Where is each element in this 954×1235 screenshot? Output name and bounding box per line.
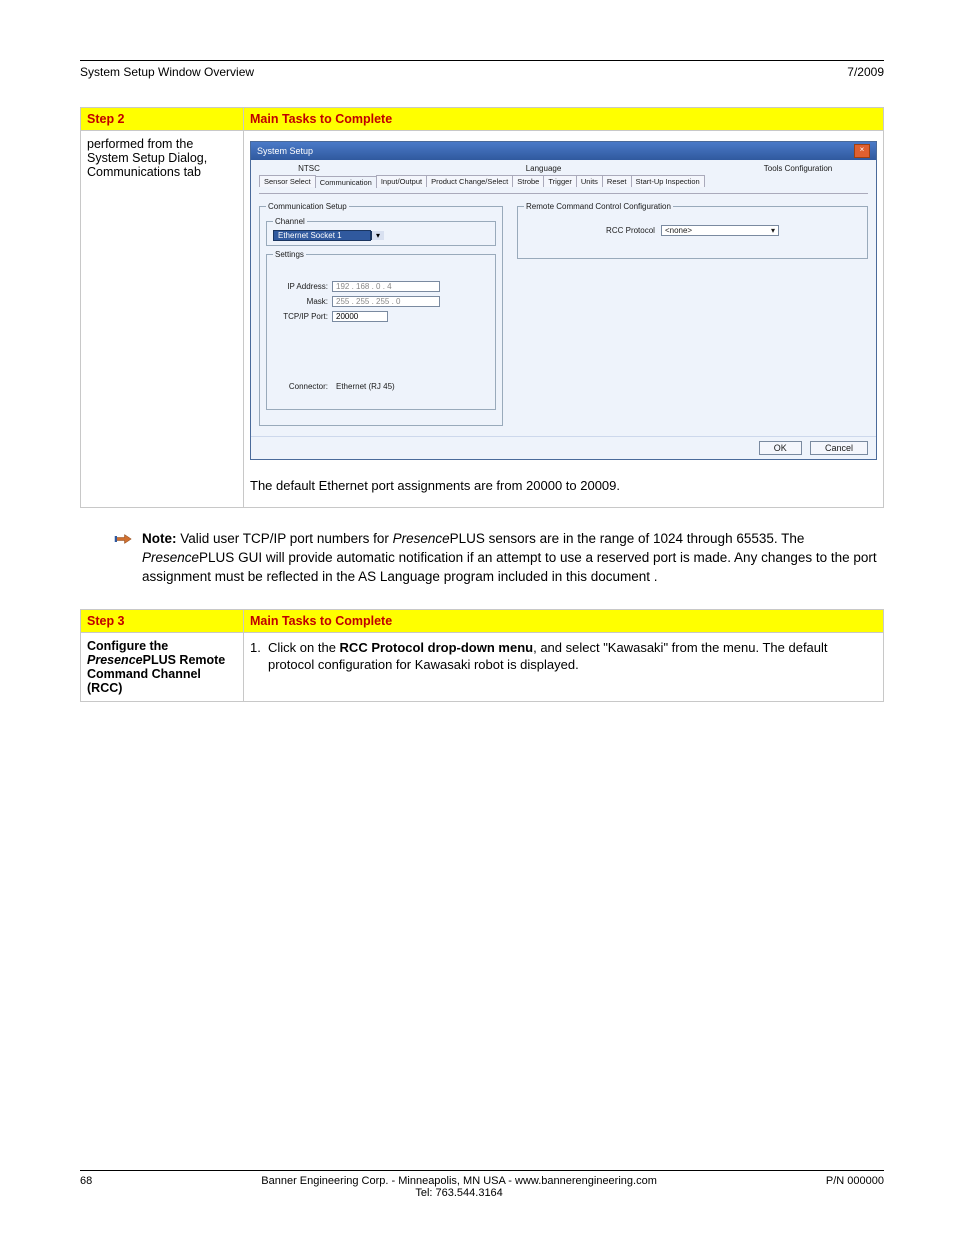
note-italic2: Presence (142, 550, 199, 565)
subheader-language: Language (359, 164, 728, 173)
settings-legend: Settings (273, 250, 306, 259)
connector-value: Ethernet (RJ 45) (336, 382, 395, 391)
ok-button[interactable]: OK (759, 441, 802, 455)
page-number: 68 (80, 1175, 92, 1187)
ip-field[interactable]: 192 . 168 . 0 . 4 (332, 281, 440, 292)
header-right: 7/2009 (847, 65, 884, 79)
note-label: Note: (142, 531, 177, 546)
channel-legend: Channel (273, 217, 307, 226)
tab-strobe[interactable]: Strobe (512, 175, 544, 187)
port-field[interactable]: 20000 (332, 311, 388, 322)
ip-label: IP Address: (273, 282, 328, 291)
footer-center2: Tel: 763.544.3164 (415, 1187, 502, 1199)
tab-startup[interactable]: Start-Up Inspection (631, 175, 705, 187)
note-italic1: Presence (393, 531, 450, 546)
tab-sensor-select[interactable]: Sensor Select (259, 175, 316, 187)
tab-units[interactable]: Units (576, 175, 603, 187)
note-block: Note: Valid user TCP/IP port numbers for… (114, 530, 884, 587)
footer-right: P/N 000000 (826, 1175, 884, 1187)
step2-left: performed from the System Setup Dialog, … (81, 131, 244, 508)
channel-select[interactable]: Ethernet Socket 1▾ (273, 231, 384, 240)
header-left: System Setup Window Overview (80, 65, 254, 79)
step2-label: Step 2 (87, 112, 125, 126)
dialog-title: System Setup (257, 146, 313, 156)
connector-label: Connector: (273, 382, 328, 391)
rcc-legend: Remote Command Control Configuration (524, 202, 673, 211)
mask-label: Mask: (273, 297, 328, 306)
step3-label: Step 3 (87, 614, 125, 628)
step2-table: Step 2 Main Tasks to Complete performed … (80, 107, 884, 508)
rcc-select[interactable]: <none>▾ (661, 225, 779, 236)
tab-reset[interactable]: Reset (602, 175, 632, 187)
step3-right: 1. Click on the RCC Protocol drop-down m… (244, 632, 884, 701)
note-text-b: PLUS sensors are in the range of 1024 th… (450, 531, 805, 546)
cancel-button[interactable]: Cancel (810, 441, 868, 455)
close-icon[interactable]: × (854, 144, 870, 158)
footer-center1: Banner Engineering Corp. - Minneapolis, … (261, 1175, 657, 1187)
list-num: 1. (250, 639, 268, 674)
tab-row: Sensor Select Communication Input/Output… (259, 175, 868, 187)
subheader-tools: Tools Configuration (728, 164, 868, 173)
step2-right: System Setup × NTSC Language Tools Confi… (244, 131, 884, 508)
tab-trigger[interactable]: Trigger (543, 175, 576, 187)
step3-mtc: Main Tasks to Complete (250, 614, 392, 628)
note-text-c: PLUS GUI will provide automatic notifica… (142, 550, 877, 584)
step2-aftertext: The default Ethernet port assignments ar… (250, 478, 877, 493)
step2-mtc: Main Tasks to Complete (250, 112, 392, 126)
system-setup-screenshot: System Setup × NTSC Language Tools Confi… (250, 141, 877, 460)
note-text-a: Valid user TCP/IP port numbers for (177, 531, 393, 546)
step3-table: Step 3 Main Tasks to Complete Configure … (80, 609, 884, 702)
comm-setup-legend: Communication Setup (266, 202, 349, 211)
mask-field[interactable]: 255 . 255 . 255 . 0 (332, 296, 440, 307)
rcc-label: RCC Protocol (606, 226, 655, 235)
tab-product-change[interactable]: Product Change/Select (426, 175, 513, 187)
tab-input-output[interactable]: Input/Output (376, 175, 427, 187)
tab-communication[interactable]: Communication (315, 176, 377, 188)
subheader-ntsc: NTSC (259, 164, 359, 173)
port-label: TCP/IP Port: (273, 312, 328, 321)
step3-left: Configure the PresencePLUS Remote Comman… (81, 632, 244, 701)
note-icon (114, 532, 134, 552)
